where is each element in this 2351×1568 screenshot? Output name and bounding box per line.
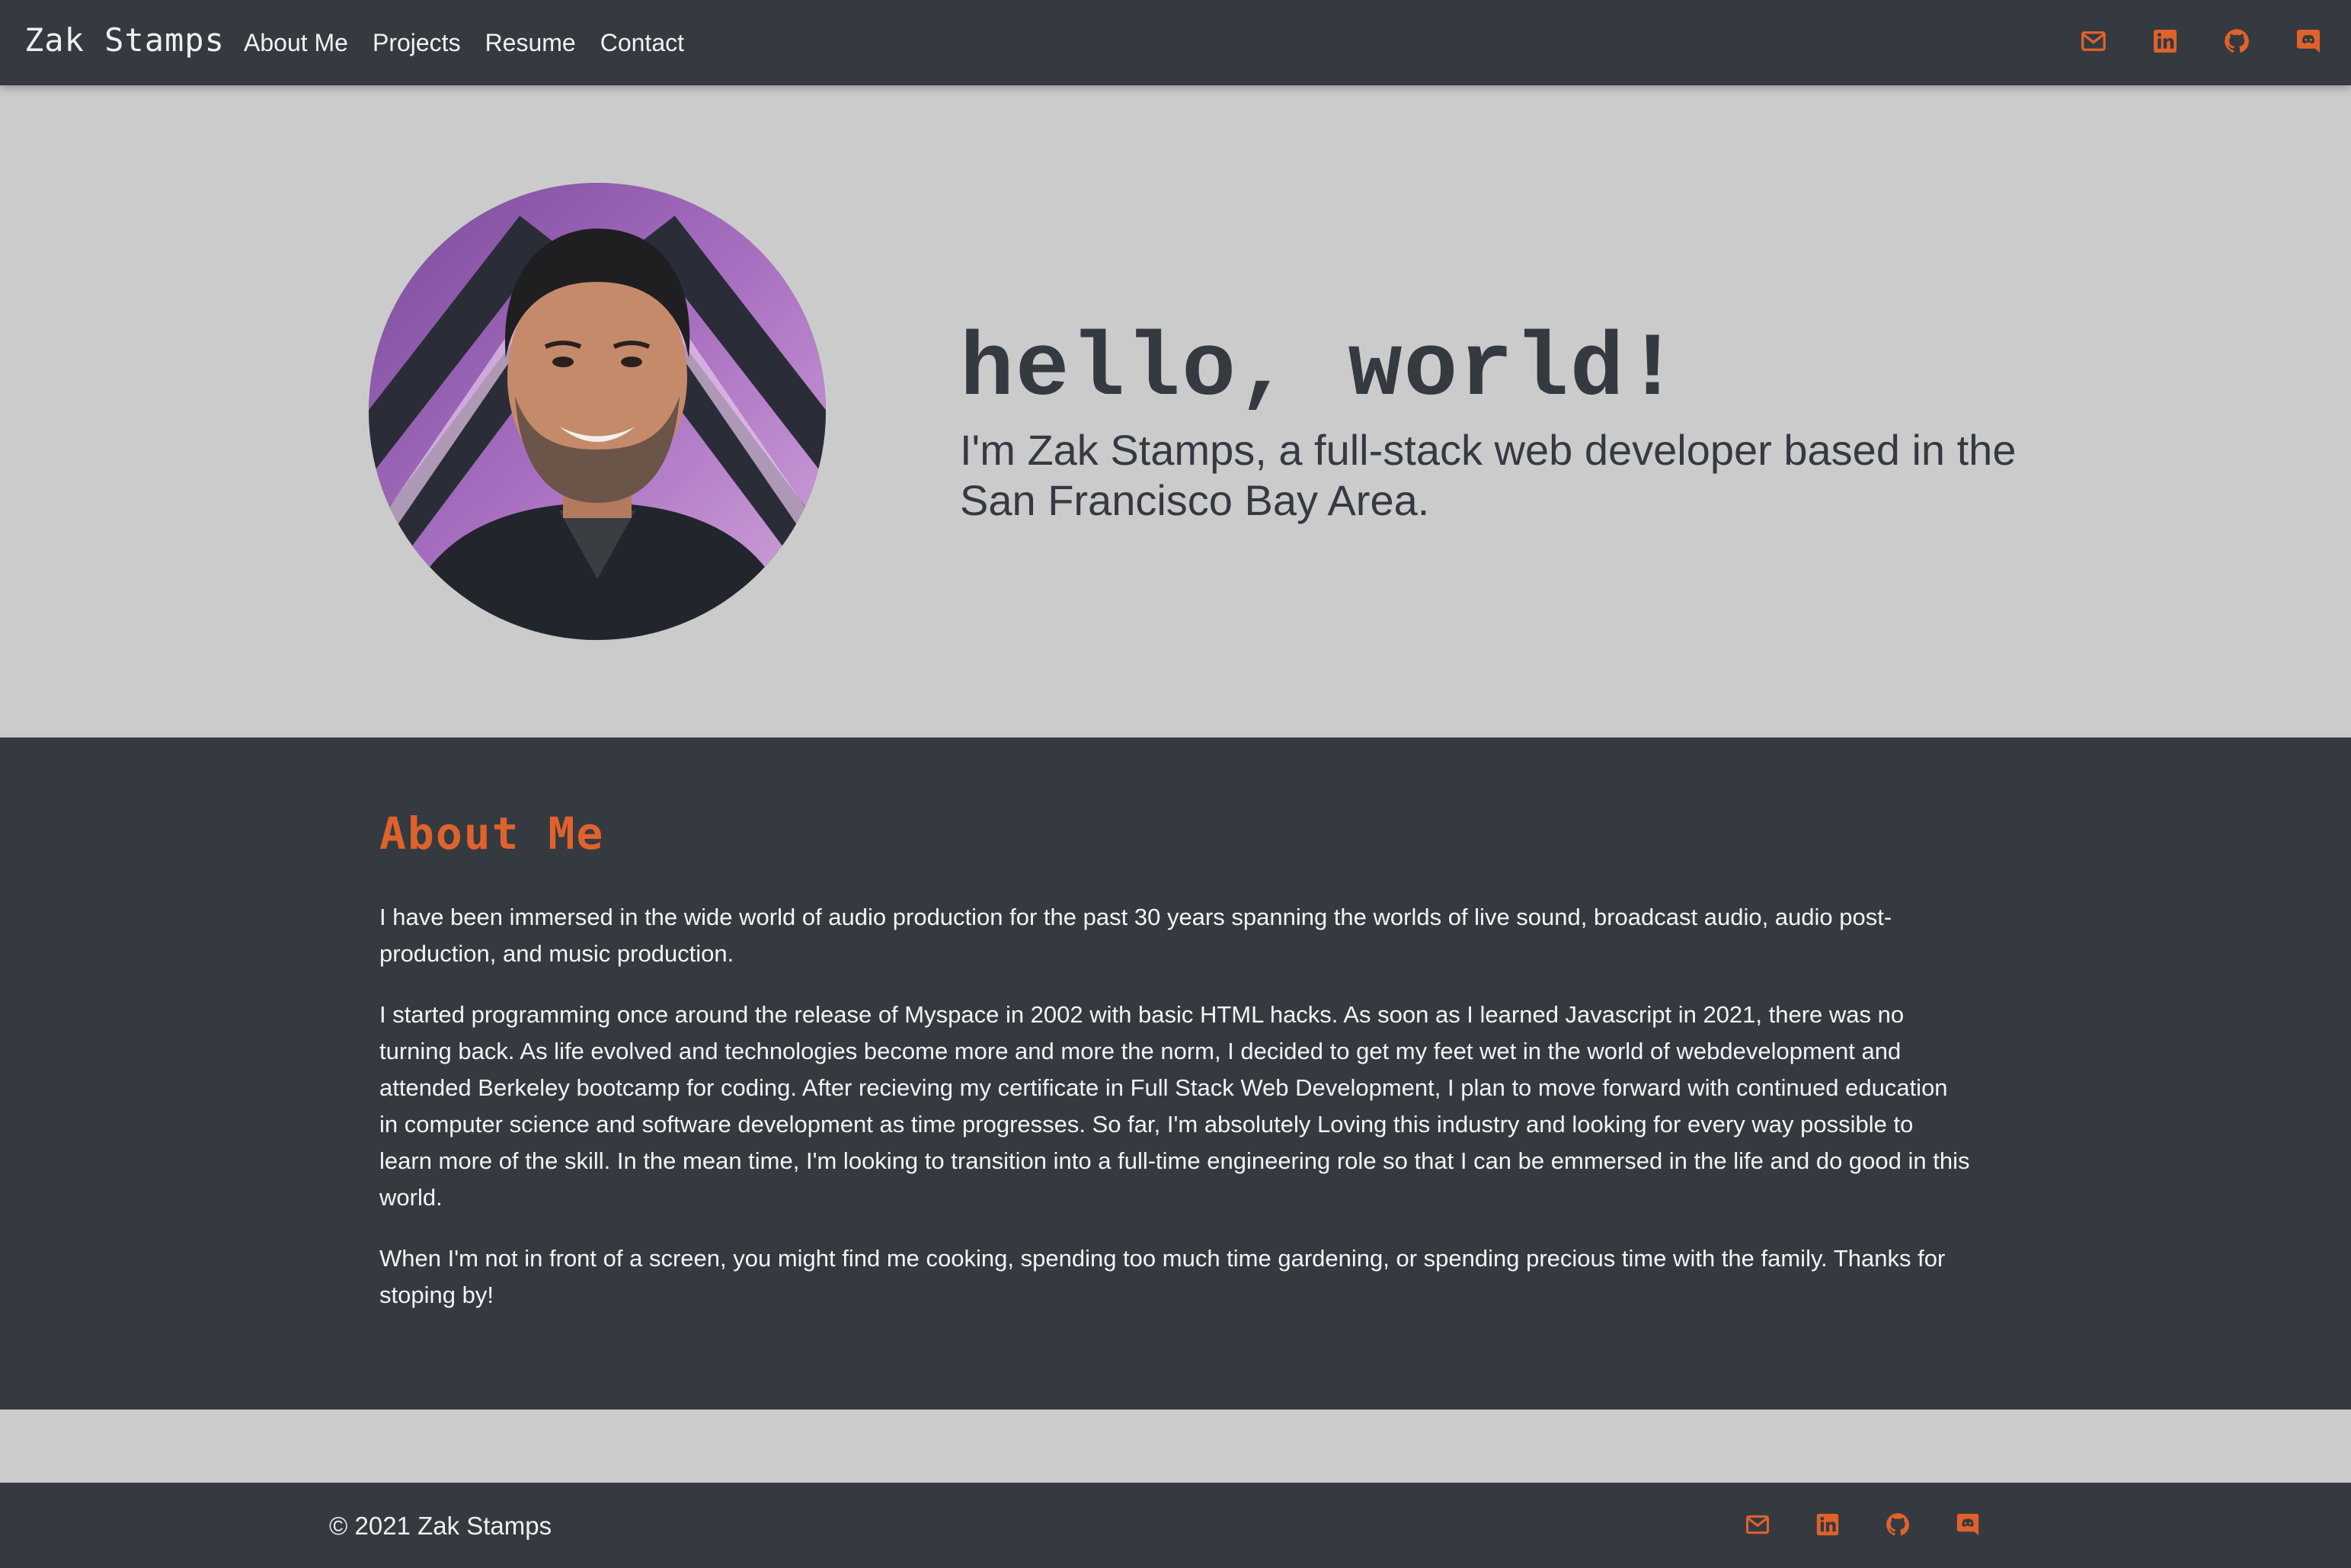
nav-social-icons — [2036, 27, 2322, 55]
footer: © 2021 Zak Stamps — [0, 1483, 2351, 1568]
envelope-icon[interactable] — [1745, 1512, 1770, 1538]
about-body: I have been immersed in the wide world o… — [379, 899, 1972, 1338]
about-paragraph: I started programming once around the re… — [379, 1001, 1970, 1211]
hero-subtitle: I'm Zak Stamps, a full-stack web develop… — [960, 426, 2017, 524]
nav-links: About Me Projects Resume Contact — [244, 26, 708, 59]
footer-social-icons — [1745, 1512, 2025, 1538]
hero-text: hello, world! I'm Zak Stamps, a full-sta… — [960, 322, 2057, 526]
envelope-icon[interactable] — [2080, 27, 2107, 55]
nav-link-projects[interactable]: Projects — [373, 26, 461, 59]
github-icon[interactable] — [2223, 27, 2250, 55]
discord-icon[interactable] — [1955, 1512, 1981, 1538]
discord-icon[interactable] — [2295, 27, 2322, 55]
about-title: About Me — [379, 808, 605, 859]
about-paragraph: When I'm not in front of a screen, you m… — [379, 1245, 1946, 1308]
about-section: About Me I have been immersed in the wid… — [0, 738, 2351, 1410]
brand-link[interactable]: Zak Stamps — [24, 21, 225, 59]
about-paragraph: I have been immersed in the wide world o… — [379, 904, 1892, 967]
nav-link-about-me[interactable]: About Me — [244, 26, 348, 59]
github-icon[interactable] — [1885, 1512, 1911, 1538]
nav-link-contact[interactable]: Contact — [600, 26, 684, 59]
nav-link-resume[interactable]: Resume — [485, 26, 576, 59]
copyright-text: © 2021 Zak Stamps — [329, 1512, 552, 1540]
hero-section: hello, world! I'm Zak Stamps, a full-sta… — [0, 85, 2351, 738]
section-spacer — [0, 1410, 2351, 1483]
linkedin-icon[interactable] — [2151, 27, 2179, 55]
profile-photo — [369, 183, 826, 640]
navbar: Zak Stamps About Me Projects Resume Cont… — [0, 0, 2351, 85]
linkedin-icon[interactable] — [1815, 1512, 1841, 1538]
hero-title: hello, world! — [960, 320, 1681, 421]
